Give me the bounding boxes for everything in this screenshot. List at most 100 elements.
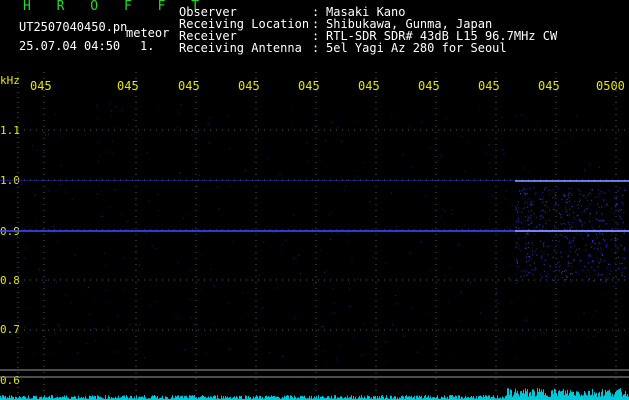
noise-pixel: [566, 214, 568, 216]
noise-pixel: [123, 237, 125, 239]
noise-floor-bar: [524, 393, 525, 400]
noise-pixel: [501, 116, 503, 118]
noise-pixel: [605, 245, 608, 248]
noise-pixel: [540, 250, 543, 252]
noise-pixel: [465, 170, 467, 172]
noise-pixel: [572, 279, 574, 281]
noise-pixel: [530, 210, 532, 212]
noise-floor-bar: [536, 395, 537, 400]
noise-pixel: [505, 190, 507, 192]
noise-floor-bar: [225, 396, 226, 400]
noise-floor-bar: [367, 395, 368, 400]
noise-floor-bar: [130, 395, 131, 400]
noise-pixel: [127, 220, 129, 223]
noise-floor-bar: [621, 391, 622, 400]
noise-pixel: [106, 151, 108, 153]
noise-floor-bar: [588, 390, 589, 400]
noise-floor-bar: [573, 391, 574, 400]
noise-pixel: [621, 275, 623, 277]
noise-pixel: [565, 236, 567, 238]
noise-pixel: [262, 327, 264, 329]
noise-floor-bar: [214, 395, 215, 400]
noise-floor-bar: [217, 395, 218, 400]
noise-pixel: [564, 195, 566, 197]
noise-pixel: [598, 166, 600, 168]
noise-pixel: [511, 301, 513, 303]
noise-pixel: [28, 331, 30, 333]
spectrogram-plot: [0, 72, 629, 400]
noise-pixel: [558, 241, 560, 243]
noise-pixel: [200, 290, 202, 292]
noise-pixel: [533, 262, 535, 264]
noise-pixel: [372, 256, 374, 258]
noise-pixel: [603, 199, 605, 201]
noise-floor-bar: [331, 395, 332, 400]
noise-floor-bar: [424, 395, 425, 400]
noise-pixel: [544, 187, 546, 189]
noise-pixel: [189, 298, 191, 300]
noise-pixel: [98, 141, 100, 143]
noise-pixel: [596, 237, 598, 239]
noise-pixel: [416, 351, 418, 353]
noise-pixel: [354, 120, 356, 123]
noise-floor-bar: [11, 395, 12, 400]
noise-floor-bar: [525, 388, 526, 400]
noise-pixel: [560, 251, 562, 253]
noise-pixel: [402, 154, 404, 156]
noise-pixel: [45, 186, 47, 188]
noise-pixel: [524, 189, 526, 191]
noise-floor-bar: [591, 394, 592, 400]
noise-pixel: [543, 263, 545, 266]
noise-pixel: [356, 170, 358, 172]
noise-pixel: [577, 204, 579, 206]
noise-pixel: [318, 345, 320, 347]
noise-floor-bar: [221, 395, 222, 400]
noise-floor-bar: [539, 388, 540, 400]
noise-pixel: [499, 339, 501, 341]
noise-pixel: [96, 193, 98, 195]
noise-pixel: [207, 123, 209, 125]
noise-pixel: [604, 205, 606, 207]
noise-pixel: [26, 307, 28, 309]
noise-pixel: [564, 281, 566, 283]
noise-floor-bar: [593, 395, 594, 400]
noise-floor-bar: [534, 391, 535, 400]
noise-pixel: [525, 243, 527, 245]
noise-pixel: [612, 104, 615, 106]
noise-pixel: [560, 198, 563, 200]
noise-pixel: [35, 219, 38, 221]
noise-floor-bar: [456, 396, 457, 400]
noise-pixel: [501, 130, 503, 132]
noise-pixel: [595, 274, 597, 276]
noise-pixel: [591, 227, 593, 229]
noise-pixel: [566, 277, 568, 279]
noise-pixel: [357, 176, 359, 178]
noise-pixel: [597, 249, 599, 251]
noise-pixel: [554, 225, 556, 227]
noise-pixel: [576, 249, 578, 251]
noise-floor-bar: [118, 395, 119, 400]
noise-pixel: [319, 250, 321, 252]
noise-pixel: [541, 191, 543, 193]
noise-pixel: [540, 198, 542, 201]
noise-pixel: [276, 287, 278, 289]
noise-pixel: [494, 261, 496, 263]
noise-pixel: [598, 193, 600, 195]
noise-floor-bar: [181, 395, 182, 400]
noise-pixel: [566, 198, 568, 201]
noise-pixel: [620, 235, 622, 238]
noise-floor-bar: [619, 388, 620, 400]
noise-pixel: [112, 152, 114, 154]
noise-pixel: [536, 226, 538, 228]
noise-pixel: [565, 269, 567, 271]
noise-floor-bar: [386, 395, 387, 400]
noise-pixel: [526, 193, 528, 195]
noise-pixel: [86, 343, 88, 345]
noise-pixel: [597, 273, 599, 275]
noise-floor-bar: [485, 395, 486, 400]
noise-pixel: [549, 265, 551, 267]
noise-floor-bar: [481, 396, 482, 400]
noise-pixel: [530, 202, 532, 204]
noise-pixel: [129, 348, 131, 350]
noise-pixel: [340, 175, 342, 177]
